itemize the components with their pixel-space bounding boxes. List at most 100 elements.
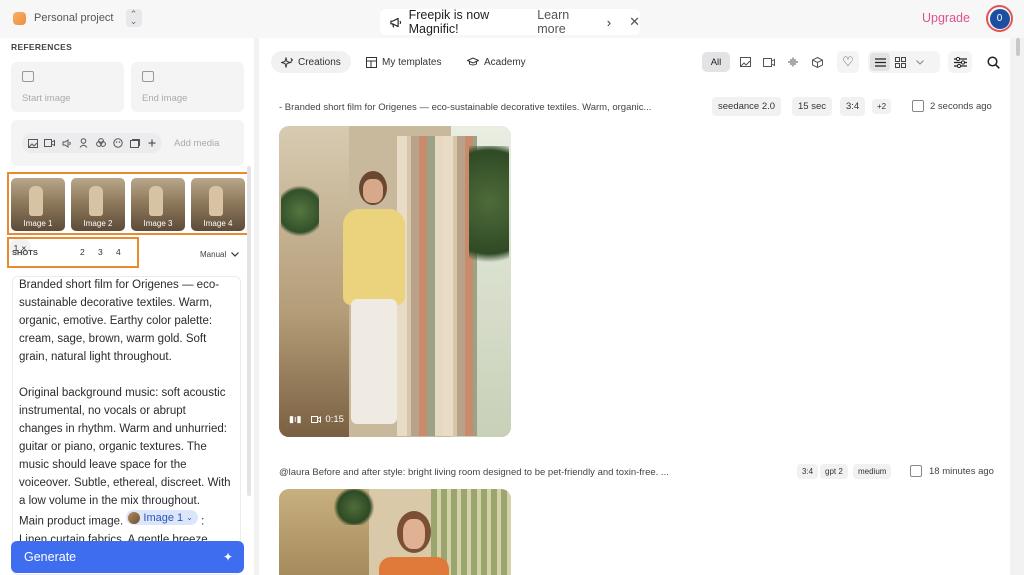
references-title: REFERENCES bbox=[11, 42, 73, 52]
prompt-paragraph: Original background music: soft acoustic… bbox=[19, 387, 231, 507]
reference-image-2[interactable]: Image 2 bbox=[71, 178, 125, 231]
shots-label: SHOTS bbox=[12, 248, 38, 257]
start-image-label: Start image bbox=[22, 93, 71, 104]
generation-prompt[interactable]: - Branded short film for Origenes — eco-… bbox=[279, 102, 651, 113]
palette-icon[interactable] bbox=[109, 135, 126, 152]
sparkles-icon bbox=[281, 56, 293, 68]
image-label: Image 2 bbox=[83, 219, 113, 228]
close-icon[interactable]: ✕ bbox=[629, 14, 640, 30]
image-label: Image 4 bbox=[203, 219, 233, 228]
sidebar-scrollbar[interactable] bbox=[247, 166, 251, 496]
filter-audio-icon[interactable] bbox=[782, 52, 804, 72]
video-icon[interactable] bbox=[41, 135, 58, 152]
tab-label: My templates bbox=[382, 56, 442, 68]
filter-video-icon[interactable] bbox=[758, 52, 780, 72]
tab-label: Creations bbox=[298, 56, 341, 68]
tab-creations[interactable]: Creations bbox=[271, 51, 351, 73]
sparkle-icon: ✦ bbox=[222, 550, 233, 564]
generation-header: @laura Before and after style: bright li… bbox=[279, 462, 999, 484]
generated-image-thumbnail[interactable] bbox=[279, 489, 511, 575]
video-duration: 0:15 bbox=[311, 414, 344, 425]
filter-all-button[interactable]: All bbox=[702, 52, 730, 72]
image-label: Image 3 bbox=[143, 219, 173, 228]
select-checkbox[interactable] bbox=[910, 465, 922, 477]
chip-thumbnail bbox=[128, 511, 141, 524]
avatar[interactable]: 0 bbox=[986, 5, 1013, 32]
timestamp: 2 seconds ago bbox=[930, 101, 992, 112]
view-toggle bbox=[868, 51, 940, 73]
avatar-initial: 0 bbox=[989, 8, 1010, 29]
prompt-paragraph: Branded short film for Origenes — eco-su… bbox=[19, 279, 220, 363]
reference-images-highlight: Image 1 Image 2 Image 3 Image 4 bbox=[7, 172, 249, 235]
add-media-label[interactable]: Add media bbox=[174, 138, 219, 149]
prompt-textarea[interactable]: Branded short film for Origenes — eco-su… bbox=[12, 276, 241, 575]
learn-more-link[interactable]: Learn more bbox=[537, 8, 595, 36]
main-scrollbar[interactable] bbox=[1016, 38, 1020, 56]
reference-image-1[interactable]: Image 1 bbox=[11, 178, 65, 231]
video-overlay: ▮ı▮ 0:15 bbox=[289, 414, 344, 425]
image-icon[interactable] bbox=[24, 135, 41, 152]
start-image-slot[interactable]: Start image bbox=[11, 62, 124, 112]
prompt-text-fragment: : bbox=[201, 515, 205, 528]
image-label: Image 1 bbox=[23, 219, 53, 228]
graduation-cap-icon bbox=[467, 57, 479, 66]
generate-label: Generate bbox=[24, 550, 77, 564]
list-view-icon[interactable] bbox=[870, 53, 890, 71]
shots-highlight: SHOTS 1 × 2 3 4 bbox=[7, 237, 139, 268]
generate-button[interactable]: Generate ✦ bbox=[11, 541, 244, 573]
image-mention-chip[interactable]: Image 1 ⌄ bbox=[126, 510, 198, 525]
end-image-label: End image bbox=[142, 93, 188, 104]
chevron-right-icon[interactable]: › bbox=[607, 15, 611, 30]
filter-3d-icon[interactable] bbox=[806, 52, 828, 72]
template-icon bbox=[366, 56, 377, 68]
media-type-icons bbox=[22, 133, 162, 153]
audio-icon[interactable] bbox=[58, 135, 75, 152]
shot-2-button[interactable]: 2 bbox=[80, 247, 85, 257]
favorites-heart-icon[interactable]: ♡ bbox=[837, 51, 859, 73]
shot-4-button[interactable]: 4 bbox=[116, 247, 121, 257]
shot-3-button[interactable]: 3 bbox=[98, 247, 103, 257]
quality-tag: medium bbox=[853, 464, 892, 479]
audio-bars-icon: ▮ı▮ bbox=[289, 414, 302, 424]
tab-academy[interactable]: Academy bbox=[457, 51, 536, 73]
megaphone-icon bbox=[390, 17, 402, 28]
tab-my-templates[interactable]: My templates bbox=[356, 51, 451, 73]
creations-panel: Creations My templates Academy All ♡ - B… bbox=[259, 38, 1010, 575]
more-tags-badge[interactable]: +2 bbox=[872, 99, 892, 114]
plus-icon[interactable] bbox=[143, 135, 160, 152]
duration-tag: 15 sec bbox=[792, 97, 832, 116]
select-checkbox[interactable] bbox=[912, 100, 924, 112]
search-icon[interactable] bbox=[982, 51, 1004, 73]
image-add-icon bbox=[142, 71, 154, 82]
ratio-tag: 3:4 bbox=[797, 464, 819, 479]
project-name: Personal project bbox=[34, 12, 114, 24]
chevron-down-icon bbox=[231, 252, 240, 257]
mode-label: Manual bbox=[200, 250, 227, 259]
model-tag: seedance 2.0 bbox=[712, 97, 782, 116]
project-selector[interactable]: Personal project ⌃ ⌄ bbox=[13, 7, 142, 29]
reference-image-4[interactable]: Image 4 bbox=[191, 178, 245, 231]
tab-label: Academy bbox=[484, 56, 526, 68]
chevron-up-down-icon[interactable]: ⌃ ⌄ bbox=[125, 9, 142, 27]
banner-text: Freepik is now Magnific! bbox=[408, 8, 490, 36]
timestamp: 18 minutes ago bbox=[929, 466, 994, 477]
generation-sidebar: REFERENCES Start image End image Add med… bbox=[0, 38, 254, 575]
chevron-down-icon[interactable] bbox=[910, 53, 930, 71]
image-add-icon bbox=[22, 71, 34, 82]
generation-header: - Branded short film for Origenes — eco-… bbox=[279, 97, 999, 119]
grid-view-icon[interactable] bbox=[890, 53, 910, 71]
generation-prompt[interactable]: @laura Before and after style: bright li… bbox=[279, 467, 669, 478]
settings-sliders-icon[interactable] bbox=[948, 51, 972, 73]
generated-video-thumbnail[interactable]: ▮ı▮ 0:15 bbox=[279, 126, 511, 437]
project-color-icon bbox=[13, 11, 26, 25]
upgrade-link[interactable]: Upgrade bbox=[922, 11, 970, 25]
model-tag: gpt 2 bbox=[820, 464, 848, 479]
gallery-icon[interactable] bbox=[126, 135, 143, 152]
reference-image-3[interactable]: Image 3 bbox=[131, 178, 185, 231]
mode-dropdown[interactable]: Manual bbox=[200, 250, 240, 259]
character-icon[interactable] bbox=[75, 135, 92, 152]
filter-image-icon[interactable] bbox=[734, 52, 756, 72]
end-image-slot[interactable]: End image bbox=[131, 62, 244, 112]
announcement-banner: Freepik is now Magnific! Learn more › ✕ bbox=[380, 8, 640, 36]
style-icon[interactable] bbox=[92, 135, 109, 152]
